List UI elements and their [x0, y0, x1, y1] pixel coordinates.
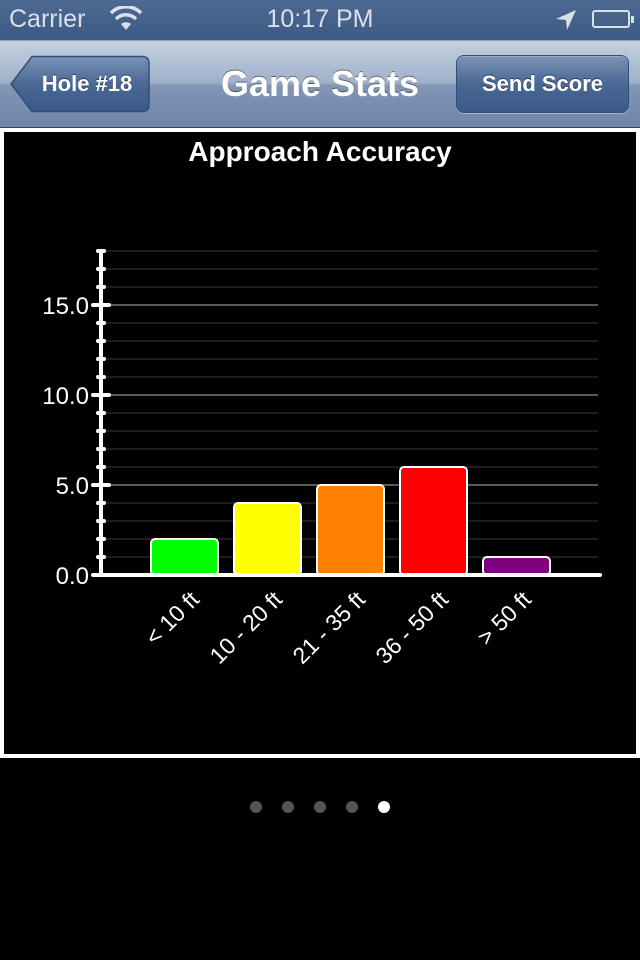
x-tick-label: < 10 ft	[140, 586, 204, 650]
page-dot-4[interactable]	[346, 801, 358, 813]
battery-icon	[592, 10, 634, 28]
clock: 10:17 PM	[266, 5, 374, 33]
x-tick-label: 21 - 35 ft	[287, 586, 370, 669]
page-dot-5[interactable]	[378, 801, 390, 813]
bar-4	[399, 466, 468, 576]
x-tick-label: 10 - 20 ft	[204, 586, 287, 669]
page-control[interactable]	[0, 801, 640, 815]
approach-accuracy-chart: Approach Accuracy 0.0 5.0 10.0 15.0 < 10 ft…	[42, 136, 602, 669]
chart-title: Approach Accuracy	[188, 136, 452, 167]
page-dot-2[interactable]	[282, 801, 294, 813]
page-dot-3[interactable]	[314, 801, 326, 813]
y-tick-label: 10.0	[42, 383, 89, 410]
bar-2	[233, 502, 302, 576]
navigation-bar: Hole #18 Game Stats Send Score	[0, 40, 640, 128]
chart-panel: Approach Accuracy 0.0 5.0 10.0 15.0 < 10 ft…	[0, 128, 640, 758]
y-tick-labels: 0.0 5.0 10.0 15.0	[42, 293, 89, 590]
x-tick-label: > 50 ft	[472, 586, 536, 650]
bar-5	[482, 556, 551, 576]
x-tick-label: 36 - 50 ft	[370, 586, 453, 669]
y-tick-label: 5.0	[56, 473, 89, 500]
bar-3	[316, 484, 385, 576]
send-score-button[interactable]: Send Score	[456, 55, 629, 113]
y-tick-label: 0.0	[56, 563, 89, 590]
bar-1	[150, 538, 219, 576]
x-tick-labels: < 10 ft 10 - 20 ft 21 - 35 ft 36 - 50 ft > 5…	[140, 586, 536, 669]
status-bar: Carrier 10:17 PM	[0, 0, 640, 40]
y-tick-label: 15.0	[42, 293, 89, 320]
page-dot-1[interactable]	[250, 801, 262, 813]
location-arrow-icon	[554, 8, 578, 37]
